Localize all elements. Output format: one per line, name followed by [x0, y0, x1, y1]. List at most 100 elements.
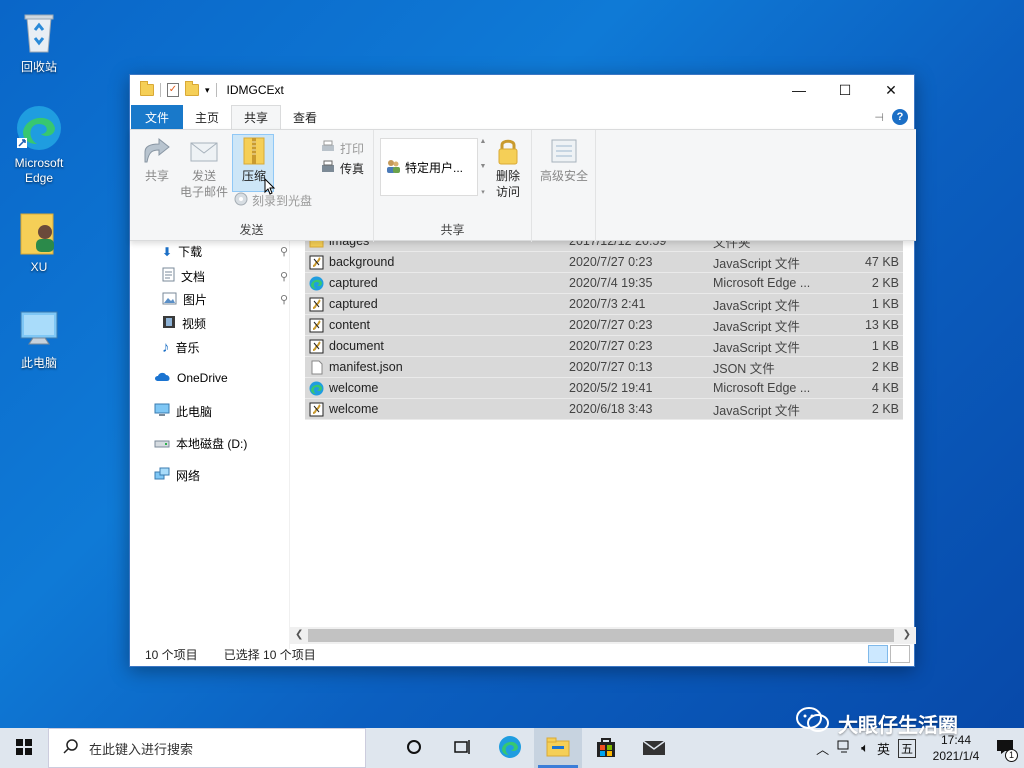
pin-icon[interactable]: ⚲ [280, 245, 288, 258]
nav-item-downloads[interactable]: ⬇ 下载 ⚲ [162, 243, 288, 260]
chevron-up-icon[interactable]: ︿ [816, 739, 829, 758]
burn-disc-label: 刻录到光盘 [252, 194, 313, 208]
ribbon-group-send: 共享 发送 电子邮件 压缩 打印 传真 刻录到光盘 发送 [130, 130, 374, 242]
pin-ribbon-icon[interactable]: ⊣ [874, 111, 884, 124]
music-note-icon: ♪ [162, 339, 170, 356]
tab-file[interactable]: 文件 [131, 105, 184, 129]
file-size: 13 KB [864, 318, 899, 332]
selected-count: 已选择 10 个项目 [223, 647, 316, 662]
advanced-security-button[interactable]: 高级安全 [534, 136, 594, 184]
nav-item-this-pc[interactable]: 此电脑 [154, 403, 212, 420]
chevron-down-icon[interactable]: ▾ [205, 85, 210, 96]
chevron-left-icon[interactable]: ❮ [295, 629, 303, 640]
nav-item-local-disk-d[interactable]: 本地磁盘 (D:) [154, 435, 247, 452]
nav-item-videos[interactable]: 视频 [162, 315, 206, 332]
nav-item-documents[interactable]: 文档 ⚲ [162, 267, 288, 285]
nav-item-onedrive[interactable]: OneDrive [154, 371, 228, 385]
burn-disc-button[interactable]: 刻录到光盘 [234, 192, 312, 209]
file-name: document [329, 339, 384, 353]
remove-access-button[interactable]: 删除 访问 [488, 136, 528, 200]
taskbar-file-explorer[interactable] [534, 728, 582, 768]
ribbon-group-security: 高级安全 [532, 130, 596, 242]
nav-item-label: 下载 [178, 245, 203, 259]
taskbar-mail[interactable] [630, 728, 678, 768]
desktop-icon-edge[interactable]: Microsoft Edge [2, 104, 76, 186]
minimize-button[interactable]: — [776, 75, 822, 105]
clock-date: 2021/1/4 [932, 749, 980, 763]
start-button[interactable] [0, 728, 48, 768]
share-button[interactable]: 共享 [140, 136, 174, 184]
notification-icon[interactable]: 1 [996, 739, 1018, 762]
file-row[interactable]: document 2020/7/27 0:23 JavaScript 文件 1 KB [305, 336, 903, 357]
store-bag-icon [595, 736, 617, 761]
windows-logo-icon [16, 738, 32, 758]
tab-share[interactable]: 共享 [231, 105, 282, 129]
ime-mode[interactable]: 五 [897, 738, 916, 758]
help-icon[interactable]: ? [892, 109, 908, 125]
javascript-file-icon [309, 255, 324, 270]
lock-icon [492, 136, 524, 166]
maximize-button[interactable]: ☐ [822, 75, 868, 105]
nav-item-pictures[interactable]: 图片 ⚲ [162, 291, 288, 308]
edge-icon [15, 104, 63, 152]
volume-icon[interactable]: 🔈︎ [861, 740, 869, 756]
fax-button-label: 传真 [340, 162, 365, 176]
desktop-icon-label: 回收站 [20, 60, 57, 74]
new-folder-icon[interactable] [185, 81, 199, 96]
file-size: 1 KB [871, 339, 899, 353]
desktop-icon-recycle-bin[interactable]: 回收站 [2, 8, 76, 75]
download-arrow-icon: ⬇ [162, 244, 173, 259]
file-row[interactable]: manifest.json 2020/7/27 0:13 JSON 文件 2 KB [305, 357, 903, 378]
fax-button[interactable]: 传真 [320, 160, 364, 177]
tab-view[interactable]: 查看 [281, 105, 329, 129]
close-button[interactable]: ✕ [868, 75, 914, 105]
nav-item-network[interactable]: 网络 [154, 467, 200, 484]
desktop-icon-this-pc[interactable]: 此电脑 [2, 304, 76, 371]
ime-language[interactable]: 英 [877, 739, 890, 758]
chevron-right-icon[interactable]: ❯ [903, 629, 911, 640]
share-with-list[interactable]: 特定用户... [380, 138, 478, 196]
file-row[interactable]: captured 2020/7/4 19:35 Microsoft Edge ...… [305, 273, 903, 294]
file-row[interactable]: captured 2020/7/3 2:41 JavaScript 文件 1 KB [305, 294, 903, 315]
ribbon-controls: ⊣ ? [874, 109, 908, 125]
desktop-icon-user-folder[interactable]: XU [2, 208, 76, 275]
navigation-pane: ⬇ 下载 ⚲ 文档 ⚲ 图片 ⚲ 视频 ♪ 音乐 OneDrive 此电脑 本地… [130, 241, 290, 649]
folder-icon [546, 737, 570, 760]
share-list-scroll[interactable]: ▲ ▼ ▾ [478, 138, 488, 196]
taskbar-store[interactable] [582, 728, 630, 768]
desktop-icon-label: XU [30, 260, 48, 274]
file-row[interactable]: welcome 2020/5/2 19:41 Microsoft Edge ... 4… [305, 378, 903, 399]
taskbar-search[interactable]: 在此键入进行搜索 [48, 728, 366, 768]
email-button[interactable]: 发送 电子邮件 [178, 136, 230, 200]
expand-icon[interactable]: ▾ [481, 188, 485, 196]
file-explorer-window: ✓ ▾ IDMGCExt — ☐ ✕ 文件 主页 共享 查看 ⊣ ? 共享 发送… [129, 74, 916, 667]
file-type: Microsoft Edge ... [713, 276, 811, 290]
scrollbar-thumb[interactable] [308, 629, 894, 642]
details-view-button[interactable] [868, 645, 888, 663]
large-icons-view-button[interactable] [890, 645, 910, 663]
recycle-bin-icon [15, 8, 63, 56]
properties-icon[interactable]: ✓ [167, 83, 179, 97]
chevron-down-icon[interactable]: ▼ [480, 163, 487, 170]
film-icon [162, 315, 176, 332]
pin-icon[interactable]: ⚲ [280, 270, 288, 283]
pin-icon[interactable]: ⚲ [280, 293, 288, 306]
nav-item-label: 文档 [181, 269, 206, 284]
print-button[interactable]: 打印 [320, 140, 364, 157]
file-row[interactable]: welcome 2020/6/18 3:43 JavaScript 文件 2 KB [305, 399, 903, 420]
chevron-up-icon[interactable]: ▲ [480, 138, 487, 145]
network-icon[interactable] [837, 740, 853, 757]
cortana-button[interactable] [390, 728, 438, 768]
file-row[interactable]: content 2020/7/27 0:23 JavaScript 文件 13 KB [305, 315, 903, 336]
nav-item-music[interactable]: ♪ 音乐 [162, 339, 200, 356]
remove-access-label-2: 访问 [495, 185, 520, 199]
mail-icon [642, 738, 666, 759]
tab-home[interactable]: 主页 [183, 105, 231, 129]
nav-item-label: OneDrive [177, 371, 228, 385]
zip-button[interactable]: 压缩 [234, 136, 274, 184]
security-settings-icon [548, 136, 580, 166]
taskbar-edge[interactable] [486, 728, 534, 768]
file-row[interactable]: background 2020/7/27 0:23 JavaScript 文件 47 … [305, 252, 903, 273]
task-view-button[interactable] [438, 728, 486, 768]
file-name: welcome [329, 402, 379, 416]
